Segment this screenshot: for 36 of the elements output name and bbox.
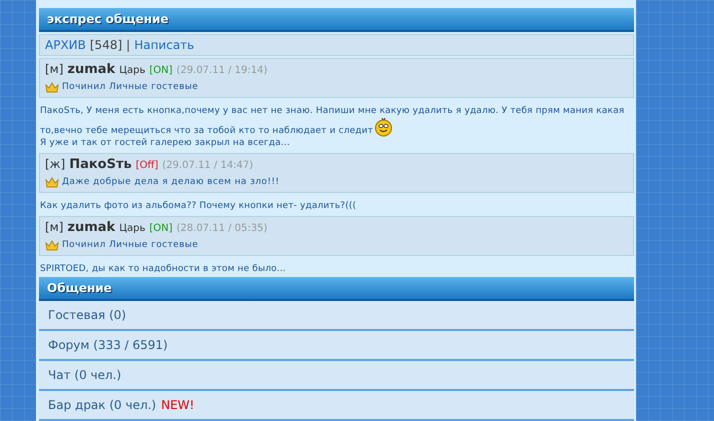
menu-item[interactable]: Чат (0 чел.) [39,361,634,391]
user-rank: Царь [119,64,146,78]
menu-item[interactable]: Гостевая (0) [39,301,634,331]
gender-label: [м] [45,61,64,77]
user-motto: Починил Личные гостевые [62,239,198,252]
menu-item[interactable]: Форум (333 / 6591) [39,331,634,361]
gender-label: [м] [45,219,64,235]
message-text: ПакоSть, У меня есть кнопка,почему у вас нет не знаю. Напиши мне какую удалить я удалю. У тебя прям мания какая [40,105,624,117]
post-date: (29.07.11 / 19:14) [176,64,268,78]
user-name[interactable]: ПакоSть [69,157,132,173]
post-date: (28.07.11 / 05:35) [176,222,268,236]
user-name[interactable]: zumak [67,62,116,78]
new-label: NEW! [161,398,194,412]
menu-item[interactable]: Бар драк (0 чел.) NEW! [39,391,634,421]
separator: | [126,38,130,52]
gender-label: [ж] [45,156,66,172]
online-status: [Off] [136,159,158,173]
crown-icon [45,240,59,250]
crown-icon [45,82,59,92]
message-text: Я уже и так от гостей галерею закрыл на всегда... [40,137,290,149]
message-text: SPIRTOED, ды как то надобности в этом не было... [40,263,286,275]
user-motto: Даже добрые дела я делаю всем на зло!!! [62,176,280,189]
online-status: [ON] [149,64,173,78]
section-header: Общение [39,277,634,301]
user-rank: Царь [119,222,146,236]
message-text: то,вечно тебе мерещиться что за тобой кто то наблюдает и следит [40,125,374,137]
message-text: Как удалить фото из альбома?? Почему кнопки нет- удалить?((( [40,200,356,212]
user-motto: Починил Личные гостевые [62,81,198,94]
user-name[interactable]: zumak [67,220,116,236]
section-header: экспрес общение [39,8,634,32]
crown-icon [45,176,59,188]
archive-link[interactable]: АРХИВ [45,38,86,52]
write-link[interactable]: Написать [134,38,194,52]
archive-count: [548] [90,38,122,52]
post-date: (29.07.11 / 14:47) [162,159,254,173]
online-status: [ON] [149,222,173,236]
